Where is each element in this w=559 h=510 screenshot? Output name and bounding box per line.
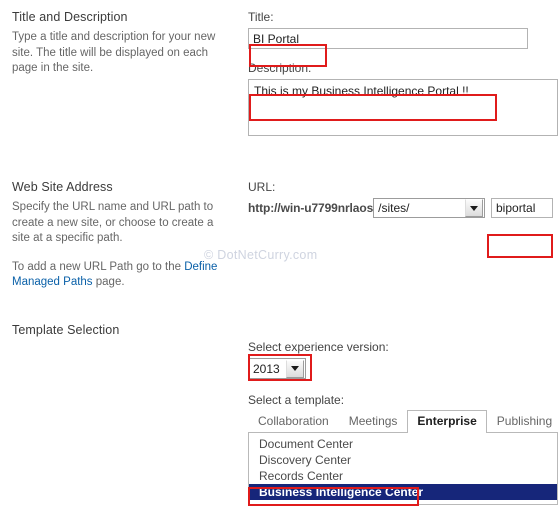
title-input[interactable] <box>248 28 528 49</box>
template-item-partial[interactable] <box>249 500 557 504</box>
title-description-fields: Title: Description: This is my Business … <box>248 10 558 139</box>
url-row: http://win-u7799nrlaos /sites/ <box>248 198 553 218</box>
template-list[interactable]: Document Center Discovery Center Records… <box>248 433 558 505</box>
title-field-label: Title: <box>248 10 274 24</box>
tab-meetings[interactable]: Meetings <box>339 410 408 432</box>
description-field-label: Description: <box>248 61 312 75</box>
managed-paths-help-suffix: page. <box>92 276 125 288</box>
chevron-down-icon <box>465 199 483 217</box>
managed-paths-help-prefix: To add a new URL Path go to the <box>12 260 185 273</box>
web-site-address-info: Web Site Address Specify the URL name an… <box>12 180 227 291</box>
tab-publishing[interactable]: Publishing <box>487 410 559 432</box>
title-description-info: Title and Description Type a title and d… <box>12 10 227 77</box>
watermark: © DotNetCurry.com <box>204 248 318 262</box>
experience-version-label: Select experience version: <box>248 340 389 354</box>
description-textarea[interactable]: This is my Business Intelligence Portal … <box>248 79 558 136</box>
web-site-address-fields: URL: http://win-u7799nrlaos /sites/ <box>248 180 553 218</box>
section-heading-template-selection: Template Selection <box>12 323 120 337</box>
section-heading-title-description: Title and Description <box>12 10 128 24</box>
tab-enterprise[interactable]: Enterprise <box>407 410 487 433</box>
url-path-select[interactable]: /sites/ <box>373 198 485 218</box>
experience-version-select[interactable]: 2013 <box>248 358 306 379</box>
url-field-label: URL: <box>248 180 276 194</box>
url-host-text: http://win-u7799nrlaos <box>248 201 374 215</box>
experience-version-value: 2013 <box>253 361 280 376</box>
url-name-input[interactable] <box>491 198 553 218</box>
section-help-url-2: To add a new URL Path go to the Define M… <box>12 260 227 291</box>
template-item-records-center[interactable]: Records Center <box>249 468 557 484</box>
select-template-label: Select a template: <box>248 393 345 407</box>
template-category-tabs: Collaboration Meetings Enterprise Publis… <box>248 410 559 433</box>
url-path-selected-value: /sites/ <box>378 201 410 215</box>
section-help-title-description: Type a title and description for your ne… <box>12 31 216 74</box>
template-item-discovery-center[interactable]: Discovery Center <box>249 452 557 468</box>
template-item-document-center[interactable]: Document Center <box>249 436 557 452</box>
tab-collaboration[interactable]: Collaboration <box>248 410 339 432</box>
template-selection-fields: Select experience version: 2013 Select a… <box>248 323 558 505</box>
section-heading-web-site-address: Web Site Address <box>12 180 113 194</box>
template-selection-info: Template Selection <box>12 323 227 343</box>
template-item-business-intelligence-center[interactable]: Business Intelligence Center <box>249 484 557 500</box>
annotation-box-url-name <box>487 234 553 258</box>
new-site-form-page: Title and Description Type a title and d… <box>0 0 559 510</box>
section-help-url-1: Specify the URL name and URL path to cre… <box>12 201 214 244</box>
chevron-down-icon <box>286 359 304 378</box>
